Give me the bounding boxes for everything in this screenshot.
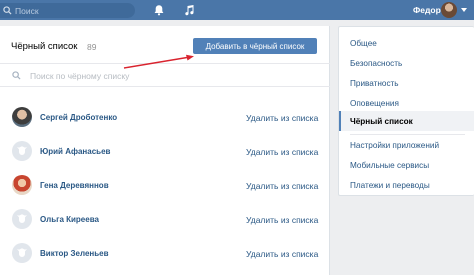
global-search-input[interactable]: Поиск [0, 3, 135, 18]
avatar[interactable] [441, 2, 457, 18]
menu-item-app-settings[interactable]: Настройки приложений [339, 135, 474, 155]
table-row: Ольга Киреева Удалить из списка [0, 202, 330, 236]
table-row: Гена Деревяннов Удалить из списка [0, 168, 330, 202]
user-name-link[interactable]: Сергей Дроботенко [40, 113, 117, 122]
settings-menu: Общее Безопасность Приватность Оповещени… [338, 26, 474, 196]
music-icon[interactable] [183, 4, 195, 16]
add-to-blacklist-button[interactable]: Добавить в чёрный список [193, 38, 317, 54]
blacklist-search-placeholder: Поиск по чёрному списку [30, 71, 130, 81]
search-icon [2, 6, 12, 16]
top-navigation-bar: Поиск Федор [0, 0, 474, 20]
user-name-link[interactable]: Гена Деревяннов [40, 181, 109, 190]
remove-from-list-link[interactable]: Удалить из списка [246, 215, 318, 225]
profile-name[interactable]: Федор [413, 5, 441, 15]
menu-item-security[interactable]: Безопасность [339, 53, 474, 73]
menu-item-privacy[interactable]: Приватность [339, 73, 474, 93]
remove-from-list-link[interactable]: Удалить из списка [246, 249, 318, 259]
avatar[interactable] [12, 107, 32, 127]
chevron-down-icon[interactable] [461, 8, 467, 12]
blacklist-count: 89 [87, 41, 97, 52]
menu-item-notifications[interactable]: Оповещения [339, 93, 474, 113]
user-name-link[interactable]: Юрий Афанасьев [40, 147, 110, 156]
search-icon [12, 71, 21, 80]
table-row: Виктор Зеленьев Удалить из списка [0, 236, 330, 270]
menu-item-payments[interactable]: Платежи и переводы [339, 175, 474, 195]
default-avatar-icon[interactable] [12, 209, 32, 229]
avatar[interactable] [12, 175, 32, 195]
user-name-link[interactable]: Виктор Зеленьев [40, 249, 109, 258]
bell-icon[interactable] [153, 4, 165, 16]
menu-item-general[interactable]: Общее [339, 33, 474, 53]
menu-item-blacklist[interactable]: Чёрный список [339, 111, 474, 131]
default-avatar-icon[interactable] [12, 243, 32, 263]
default-avatar-icon[interactable] [12, 141, 32, 161]
user-name-link[interactable]: Ольга Киреева [40, 215, 99, 224]
remove-from-list-link[interactable]: Удалить из списка [246, 147, 318, 157]
blacklist-search-input[interactable]: Поиск по чёрному списку [0, 64, 330, 87]
menu-item-mobile-services[interactable]: Мобильные сервисы [339, 155, 474, 175]
remove-from-list-link[interactable]: Удалить из списка [246, 181, 318, 191]
page-title: Чёрный список [11, 41, 78, 52]
remove-from-list-link[interactable]: Удалить из списка [246, 113, 318, 123]
blacklist-panel: Чёрный список 89 Добавить в чёрный списо… [0, 26, 330, 275]
table-row: Юрий Афанасьев Удалить из списка [0, 134, 330, 168]
table-row: Сергей Дроботенко Удалить из списка [0, 100, 330, 134]
global-search-placeholder: Поиск [15, 5, 39, 16]
